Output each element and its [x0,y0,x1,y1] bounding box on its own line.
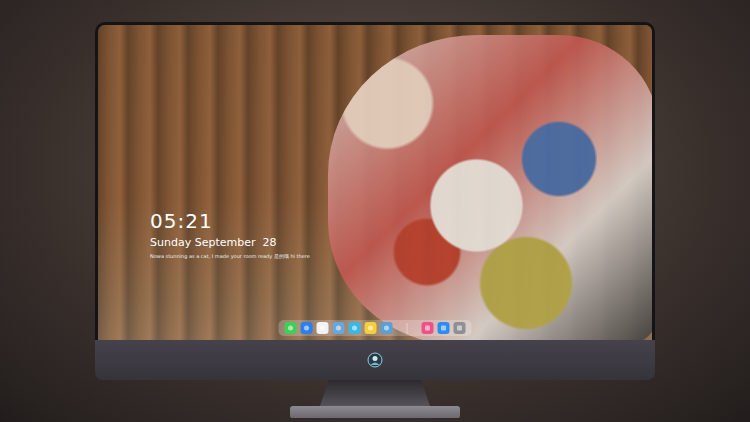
app-glyph-icon [303,324,311,332]
app-icon[interactable] [365,322,377,334]
app-glyph-icon [424,324,432,332]
clock-note: Nowa stunning as a cat, I made your room… [150,253,310,260]
clock-widget: 05:21 Sunday September 28 Nowa stunning as… [150,209,310,260]
app-icon[interactable] [438,322,450,334]
app-icon[interactable] [333,322,345,334]
app-icon[interactable] [317,322,329,334]
app-icon[interactable] [454,322,466,334]
app-glyph-icon [367,324,375,332]
monitor: 05:21 Sunday September 28 Nowa stunning as… [95,22,655,422]
app-glyph-icon [456,324,464,332]
app-icon[interactable] [349,322,361,334]
wallpaper-photo [98,25,652,340]
app-icon[interactable] [422,322,434,334]
dock [279,320,472,336]
monitor-screen: 05:21 Sunday September 28 Nowa stunning as… [95,22,655,340]
dock-separator [407,323,408,334]
photo-subject [328,35,655,340]
app-glyph-icon [335,324,343,332]
monitor-stand-neck [320,380,430,406]
mockup-background: 05:21 Sunday September 28 Nowa stunning as… [0,0,750,422]
app-icon[interactable] [381,322,393,334]
app-glyph-icon [319,324,327,332]
logo-icon [367,352,383,368]
app-icon[interactable] [301,322,313,334]
app-glyph-icon [383,324,391,332]
app-glyph-icon [440,324,448,332]
app-icon[interactable] [285,322,297,334]
monitor-stand-base [290,406,460,418]
clock-time: 05:21 [150,209,310,233]
app-glyph-icon [351,324,359,332]
app-glyph-icon [287,324,295,332]
monitor-chin [95,340,655,380]
clock-date: Sunday September 28 [150,236,310,250]
